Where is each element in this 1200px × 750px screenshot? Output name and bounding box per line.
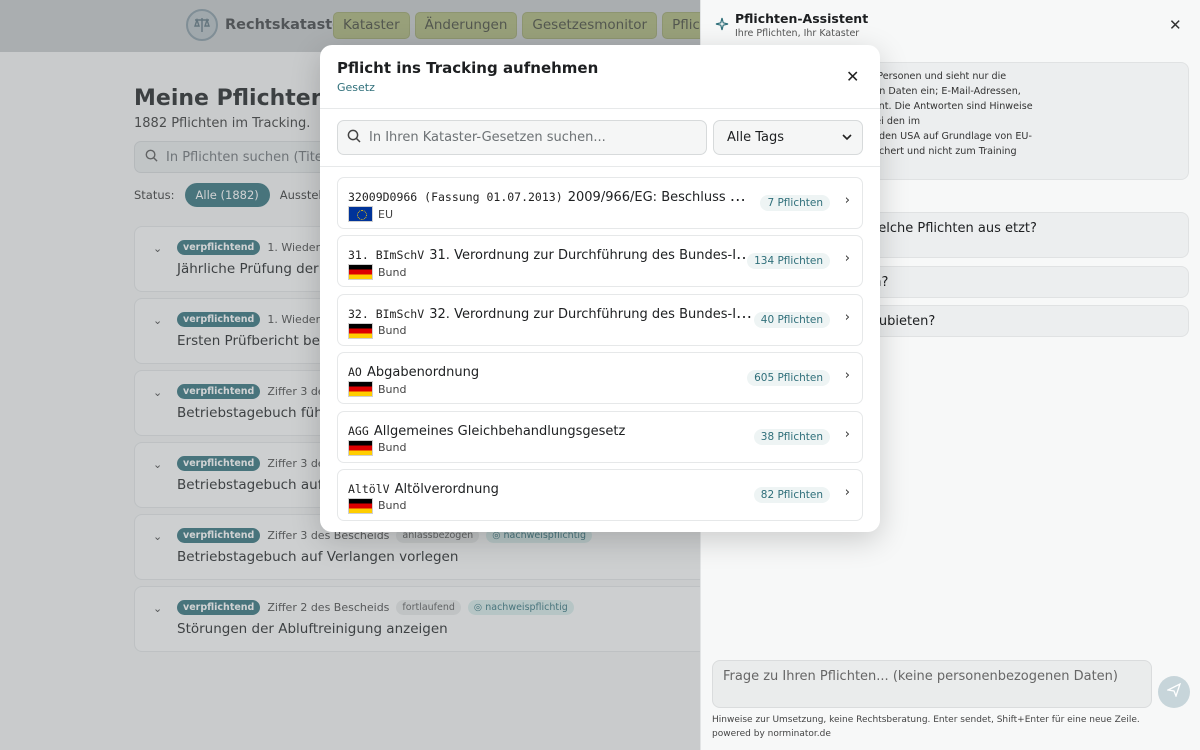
obligation-count-badge: 7 Pflichten (760, 195, 830, 211)
tag-filter-select[interactable]: Alle Tags (713, 120, 863, 155)
obligation-count-badge: 605 Pflichten (747, 370, 830, 387)
obligation-count-badge: 82 Pflichten (753, 486, 830, 503)
law-name: Altölverordnung (394, 481, 499, 497)
eu-flag-icon (348, 206, 373, 222)
send-icon (1165, 682, 1182, 701)
powered-by-text: powered by norminator.de (712, 729, 831, 739)
chevron-right-icon: › (844, 368, 850, 384)
law-list-item[interactable]: AO Abgabenordnung Bund 605 Pflichten › (337, 352, 863, 405)
chevron-right-icon: › (844, 251, 850, 267)
law-list-item[interactable]: AGG Allgemeines Gleichbehandlungsgesetz … (337, 410, 863, 463)
germany-flag-icon (348, 322, 373, 339)
obligation-count-badge: 40 Pflichten (753, 311, 830, 328)
divider (320, 166, 880, 167)
add-obligation-dialog: Pflicht ins Tracking aufnehmen Gesetz ✕ … (320, 45, 880, 532)
law-code: 31. BImSchV (348, 248, 425, 263)
law-name: Allgemeines Gleichbehandlungsgesetz (373, 423, 626, 439)
law-region: Bund (378, 324, 407, 338)
germany-flag-icon (348, 439, 373, 456)
law-search-field[interactable] (337, 120, 707, 155)
law-region: EU (378, 207, 394, 221)
chat-input[interactable]: Frage zu Ihren Pflichten... (keine perso… (712, 660, 1152, 708)
law-region: Bund (378, 499, 407, 513)
law-name: Abgabenordnung (366, 365, 480, 381)
sparkle-icon (715, 17, 729, 35)
assistant-footer: Hinweise zur Umsetzung, keine Rechtsbera… (712, 713, 1140, 741)
germany-flag-icon (348, 264, 373, 281)
germany-flag-icon (348, 381, 373, 398)
law-list: 32009D0966 (Fassung 01.07.2013) 2009/966… (337, 177, 863, 532)
chevron-right-icon: › (844, 484, 850, 500)
assistant-title: Pflichten-Assistent (735, 11, 869, 26)
dialog-step-label: Gesetz (337, 81, 375, 94)
obligation-count-badge: 134 Pflichten (747, 253, 830, 270)
law-list-item[interactable]: 31. BImSchV 31. Verordnung zur Durchführ… (337, 235, 863, 288)
law-name: 2009/966/EG: Beschluss der Kommission vo… (567, 190, 753, 205)
send-button[interactable] (1158, 676, 1190, 708)
law-region: Bund (378, 265, 407, 279)
chevron-right-icon: › (844, 193, 850, 208)
germany-flag-icon (348, 497, 373, 514)
law-code: AO (348, 365, 362, 380)
law-name: 31. Verordnung zur Durchführung des Bund… (429, 248, 753, 264)
law-search-input[interactable] (369, 130, 689, 145)
close-icon[interactable]: ✕ (846, 67, 859, 86)
assistant-subtitle: Ihre Pflichten, Ihr Kataster (735, 28, 860, 39)
law-code: AGG (348, 423, 369, 438)
chevron-right-icon: › (844, 309, 850, 325)
assistant-header: Pflichten-Assistent Ihre Pflichten, Ihr … (701, 0, 1200, 46)
law-name: 32. Verordnung zur Durchführung des Bund… (429, 306, 753, 322)
divider (320, 108, 880, 109)
law-region: Bund (378, 382, 407, 396)
chevron-right-icon: › (844, 426, 850, 442)
tag-filter-value: Alle Tags (727, 130, 785, 145)
obligation-count-badge: 38 Pflichten (753, 428, 830, 445)
law-list-item[interactable]: 32. BImSchV 32. Verordnung zur Durchführ… (337, 293, 863, 346)
dialog-title: Pflicht ins Tracking aufnehmen (337, 59, 599, 77)
search-icon (347, 128, 361, 147)
law-code: 32. BImSchV (348, 306, 425, 321)
chevron-down-icon (842, 130, 852, 145)
close-icon[interactable]: ✕ (1169, 16, 1182, 34)
law-list-item[interactable]: 32009D0966 (Fassung 01.07.2013) 2009/966… (337, 177, 863, 229)
law-code: AltölV (348, 481, 390, 496)
law-region: Bund (378, 441, 407, 455)
law-code: 32009D0966 (Fassung 01.07.2013) (348, 190, 563, 204)
law-list-item[interactable]: AltölV Altölverordnung Bund 82 Pflichten… (337, 468, 863, 521)
disclaimer-text: Hinweise zur Umsetzung, keine Rechtsbera… (712, 715, 1140, 725)
